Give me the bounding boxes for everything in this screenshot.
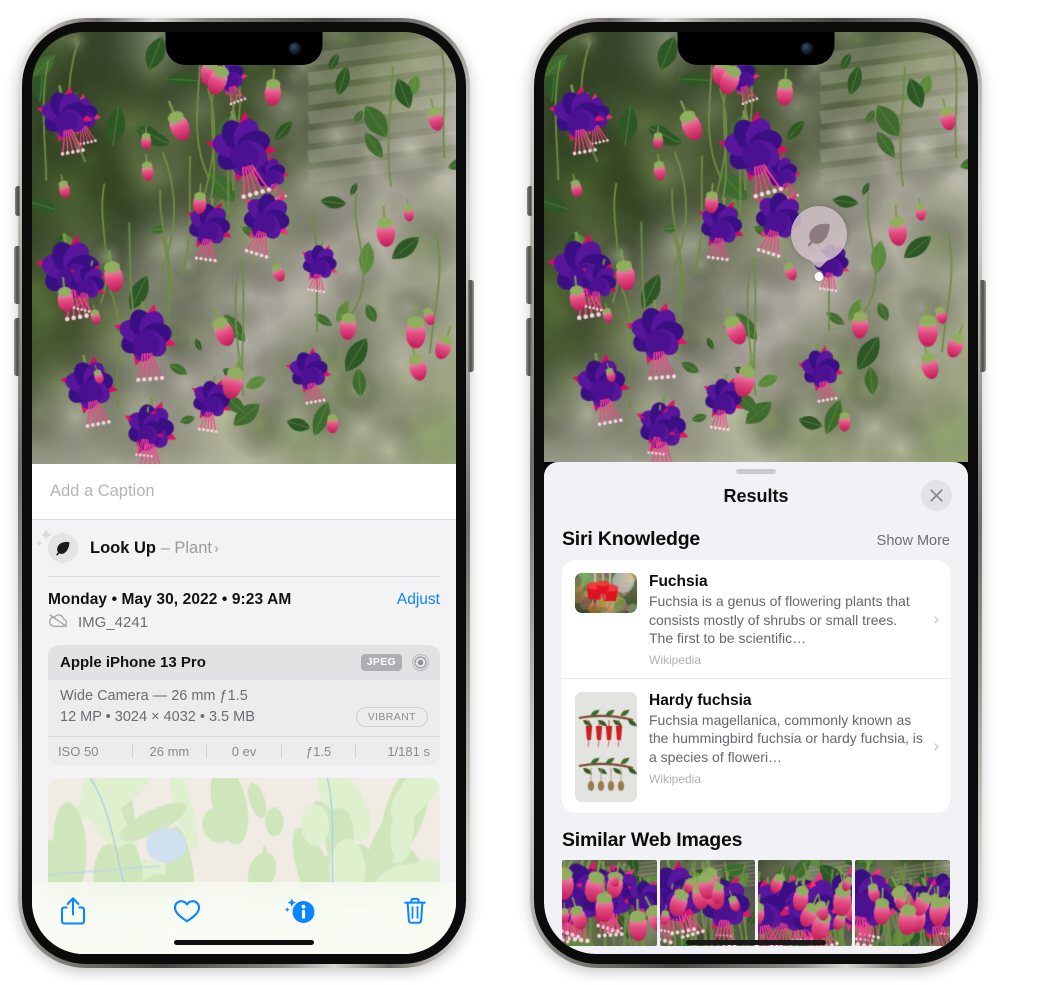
volume-up-button-right[interactable] (526, 246, 532, 304)
left-phone-screen: Add a Caption ✦ ✦ Look Up – Plant › Mond… (32, 32, 456, 954)
look-up-label: Look Up – Plant › (90, 539, 219, 558)
exif-iso: ISO 50 (58, 743, 99, 759)
knowledge-thumbnail (575, 573, 637, 613)
sparkle-icon-small: ✦ (35, 539, 44, 550)
pin-dot (814, 272, 824, 281)
siri-knowledge-title: Siri Knowledge (562, 528, 701, 550)
silent-switch-right[interactable] (527, 186, 532, 216)
volume-down-button-left[interactable] (14, 318, 20, 376)
camera-model: Apple iPhone 13 Pro (60, 653, 206, 671)
silent-switch-left[interactable] (15, 186, 20, 216)
chevron-right-icon: › (213, 539, 219, 557)
knowledge-card-list: Fuchsia Fuchsia is a genus of flowering … (562, 560, 950, 813)
list-item[interactable]: Fuchsia Fuchsia is a genus of flowering … (562, 560, 950, 678)
image-specs: 12 MP • 3024 × 4032 • 3.5 MB (60, 708, 255, 725)
show-more-button[interactable]: Show More (877, 533, 950, 549)
screenshot-root: Add a Caption ✦ ✦ Look Up – Plant › Mond… (0, 0, 1055, 985)
aperture-icon[interactable] (411, 653, 430, 672)
list-item[interactable]: Hardy fuchsia Fuchsia magellanica, commo… (562, 677, 950, 813)
knowledge-title: Fuchsia (649, 573, 708, 590)
lens-description: Wide Camera — 26 mm ƒ1.5 (60, 687, 248, 704)
results-header: Results (544, 474, 968, 518)
photographic-style-badge: VIBRANT (355, 706, 428, 727)
right-phone-screen: Results Siri Knowledge Show More Fuchsia… (544, 32, 968, 954)
close-icon[interactable] (921, 480, 952, 511)
photo-viewer-right[interactable] (544, 32, 968, 462)
web-image-thumbnail[interactable] (855, 859, 950, 946)
left-phone: Add a Caption ✦ ✦ Look Up – Plant › Mond… (14, 18, 474, 968)
results-title: Results (723, 485, 789, 506)
knowledge-thumbnail (575, 691, 637, 802)
look-up-row[interactable]: ✦ ✦ Look Up – Plant › (32, 520, 456, 576)
look-up-dash: – (156, 538, 175, 557)
notch-right (677, 32, 835, 65)
volume-up-button-left[interactable] (14, 246, 20, 304)
camera-card-header: Apple iPhone 13 Pro JPEG (48, 644, 440, 680)
similar-web-images-title: Similar Web Images (562, 828, 743, 851)
knowledge-text: Fuchsia Fuchsia is a genus of flowering … (649, 573, 937, 667)
similar-web-images-strip (544, 859, 968, 946)
power-button-right[interactable] (980, 280, 986, 372)
home-indicator-left[interactable] (174, 940, 314, 945)
front-camera-icon (801, 43, 813, 54)
similar-web-images-header: Similar Web Images (544, 813, 968, 860)
camera-badges: JPEG (360, 653, 430, 672)
siri-knowledge-header: Siri Knowledge Show More (544, 518, 968, 560)
chevron-right-icon: › (933, 735, 939, 755)
photo-info-sheet: Add a Caption ✦ ✦ Look Up – Plant › Mond… (32, 464, 456, 954)
web-image-thumbnail[interactable] (562, 859, 657, 946)
favorite-button[interactable] (170, 894, 204, 928)
exif-shutter-speed: 1/181 s (387, 743, 430, 759)
notch-left (165, 32, 323, 65)
photo-viewer-left[interactable] (32, 32, 456, 464)
camera-card-body: Wide Camera — 26 mm ƒ1.5 12 MP • 3024 × … (48, 680, 440, 736)
knowledge-source: Wikipedia (649, 771, 702, 786)
exif-aperture: ƒ1.5 (305, 743, 332, 759)
web-image-thumbnail[interactable] (659, 859, 755, 946)
visual-lookup-pin[interactable] (791, 206, 847, 281)
knowledge-description: Fuchsia magellanica, commonly known as t… (649, 711, 923, 766)
caption-placeholder: Add a Caption (50, 482, 155, 500)
date-row: Monday • May 30, 2022 • 9:23 AM Adjust (48, 577, 440, 611)
look-up-subject: Plant (174, 538, 212, 557)
web-image-thumbnail[interactable] (757, 859, 853, 946)
adjust-button[interactable]: Adjust (397, 591, 440, 609)
info-button[interactable] (284, 894, 318, 928)
delete-button[interactable] (398, 894, 432, 928)
exif-focal-length: 26 mm (149, 743, 190, 759)
home-indicator-right[interactable] (686, 940, 826, 945)
camera-info-card: Apple iPhone 13 Pro JPEG Wide Camera — 2… (48, 644, 440, 766)
share-button[interactable] (56, 894, 90, 928)
look-up-action: Look Up (90, 538, 156, 557)
exif-exposure-comp: 0 ev (231, 743, 257, 759)
volume-down-button-right[interactable] (526, 318, 532, 376)
knowledge-source: Wikipedia (649, 652, 702, 667)
file-row: IMG_4241 (48, 611, 440, 645)
icloud-slash-icon (48, 613, 69, 633)
specs-row: 12 MP • 3024 × 4032 • 3.5 MB VIBRANT (60, 706, 428, 727)
front-camera-icon (289, 43, 301, 54)
format-badge: JPEG (360, 653, 402, 671)
right-phone: Results Siri Knowledge Show More Fuchsia… (526, 18, 986, 968)
leaf-icon: ✦ ✦ (35, 527, 78, 563)
chevron-right-icon: › (933, 608, 939, 628)
file-name: IMG_4241 (78, 614, 149, 631)
exif-row: ISO 50 26 mm 0 ev ƒ1.5 1/181 s (48, 735, 440, 766)
knowledge-description: Fuchsia is a genus of flowering plants t… (649, 593, 910, 647)
caption-input[interactable]: Add a Caption (32, 464, 456, 520)
results-sheet: Results Siri Knowledge Show More Fuchsia… (544, 462, 968, 954)
power-button-left[interactable] (468, 280, 474, 372)
photo-date: Monday • May 30, 2022 • 9:23 AM (48, 590, 292, 608)
knowledge-text: Hardy fuchsia Fuchsia magellanica, commo… (649, 692, 937, 786)
knowledge-title: Hardy fuchsia (649, 691, 752, 709)
